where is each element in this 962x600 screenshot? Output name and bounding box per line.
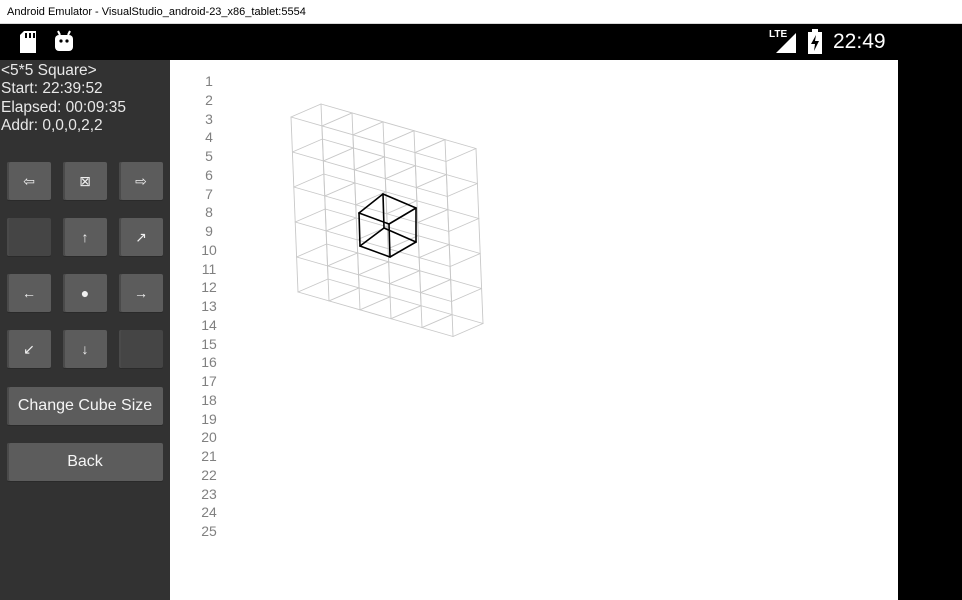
back-button[interactable]: Back bbox=[7, 443, 163, 481]
selected-cube-edge bbox=[389, 241, 417, 258]
grid-line bbox=[387, 235, 419, 250]
grid-line bbox=[290, 103, 322, 118]
grid-line bbox=[418, 244, 450, 259]
grid-line bbox=[415, 174, 447, 189]
puzzle-title: <5*5 Square> bbox=[1, 62, 97, 79]
cube-view: 1 2 3 4 5 6 7 8 9 10 11 12 13 14 15 16 17 18 19 20 21 22 23 24 2… bbox=[170, 60, 898, 600]
grid-line bbox=[290, 116, 299, 293]
grid-line bbox=[449, 253, 481, 267]
grid-line bbox=[296, 243, 328, 258]
grid-line bbox=[445, 148, 477, 162]
signal-lte-icon bbox=[776, 33, 796, 53]
grid-line bbox=[294, 208, 326, 223]
grid-line bbox=[451, 288, 483, 302]
grid-line bbox=[326, 243, 483, 289]
emulator-side-strip bbox=[898, 60, 962, 600]
grid-line bbox=[296, 256, 453, 302]
grid-line bbox=[291, 138, 323, 153]
status-time: 22:49 bbox=[833, 30, 886, 53]
move-up-right-button[interactable]: ↗ bbox=[119, 218, 163, 256]
grid-line bbox=[448, 218, 480, 232]
grid-line bbox=[475, 148, 484, 324]
selected-cube-edge bbox=[358, 193, 384, 214]
grid-line bbox=[328, 287, 360, 302]
grid-line bbox=[290, 116, 447, 162]
grid-line bbox=[324, 182, 356, 197]
grid-line bbox=[445, 161, 454, 337]
back-left-button[interactable]: ⇦ bbox=[7, 162, 51, 200]
grid-line bbox=[293, 173, 325, 188]
blank-button-up-left[interactable] bbox=[7, 218, 51, 256]
move-down-left-button[interactable]: ↙ bbox=[7, 330, 51, 368]
move-down-button[interactable]: ↓ bbox=[63, 330, 107, 368]
forward-right-button[interactable]: ⇨ bbox=[119, 162, 163, 200]
grid-line bbox=[327, 278, 484, 324]
grid-line bbox=[452, 323, 484, 337]
change-cube-size-button[interactable]: Change Cube Size bbox=[7, 387, 163, 425]
grid-line bbox=[421, 314, 453, 329]
grid-line bbox=[291, 151, 448, 197]
selected-cube-edge bbox=[382, 193, 385, 229]
control-sidebar: <5*5 Square> Start: 22:39:52 Elapsed: 00… bbox=[0, 60, 170, 600]
grid-line bbox=[353, 156, 385, 171]
grid-line bbox=[420, 279, 452, 294]
grid-line bbox=[389, 270, 421, 285]
move-left-button[interactable]: ← bbox=[7, 274, 51, 312]
grid-line bbox=[325, 217, 357, 232]
move-up-button[interactable]: ↑ bbox=[63, 218, 107, 256]
grid-line bbox=[352, 121, 384, 136]
grid-line bbox=[321, 112, 353, 127]
start-time: Start: 22:39:52 bbox=[1, 80, 103, 97]
selected-cube-edge bbox=[388, 223, 391, 258]
android-debug-icon bbox=[55, 30, 73, 51]
blank-button-down-right[interactable] bbox=[119, 330, 163, 368]
grid-line bbox=[327, 252, 359, 267]
android-status-bar: LTE 22:49 bbox=[0, 24, 962, 60]
grid-line bbox=[358, 261, 390, 276]
grid-line bbox=[322, 147, 354, 162]
grid-line bbox=[384, 165, 416, 180]
window-titlebar: Android Emulator - VisualStudio_android-… bbox=[0, 0, 962, 24]
grid-line bbox=[294, 221, 451, 267]
grid-line bbox=[321, 125, 330, 302]
grid-line bbox=[446, 183, 478, 197]
address-readout: Addr: 0,0,0,2,2 bbox=[1, 117, 103, 134]
selected-cube-edge bbox=[358, 212, 361, 247]
reset-button[interactable]: ⊠ bbox=[63, 162, 107, 200]
grid-line bbox=[293, 186, 450, 232]
elapsed-time: Elapsed: 00:09:35 bbox=[1, 99, 126, 116]
grid-line bbox=[323, 173, 480, 219]
grid-line bbox=[383, 130, 415, 145]
sd-card-icon bbox=[20, 31, 36, 53]
grid-line bbox=[417, 209, 449, 224]
grid-line bbox=[414, 139, 446, 154]
center-button[interactable]: ● bbox=[63, 274, 107, 312]
grid-line bbox=[320, 103, 477, 149]
grid-line bbox=[321, 138, 478, 184]
battery-charging-icon bbox=[808, 29, 822, 54]
grid-line bbox=[297, 278, 329, 293]
window-title: Android Emulator - VisualStudio_android-… bbox=[7, 6, 306, 18]
grid-line bbox=[359, 296, 391, 311]
grid-line bbox=[297, 291, 454, 337]
selected-cube-edge bbox=[388, 207, 417, 225]
move-right-button[interactable]: → bbox=[119, 274, 163, 312]
cube-grid-canvas[interactable] bbox=[170, 60, 898, 600]
grid-line bbox=[390, 305, 422, 320]
